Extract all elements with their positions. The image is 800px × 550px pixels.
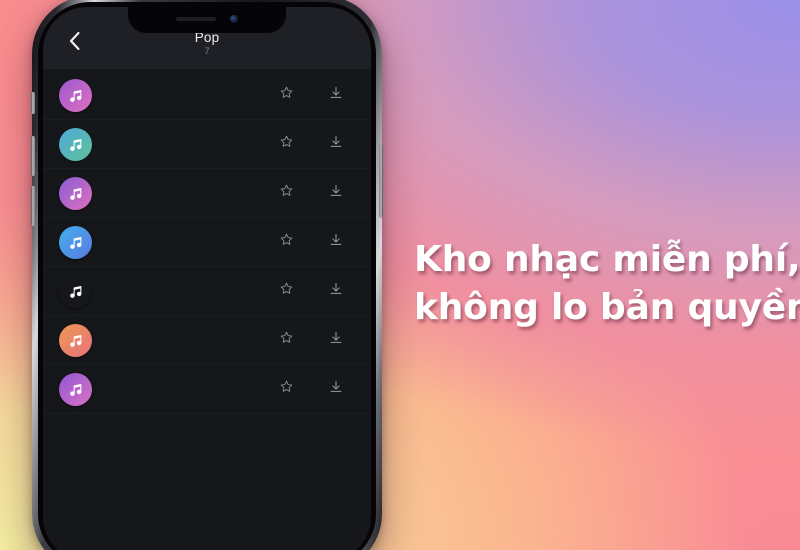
earpiece-speaker-icon	[176, 17, 216, 21]
song-meta	[105, 388, 273, 391]
favorite-button[interactable]	[273, 180, 299, 206]
star-outline-icon	[279, 85, 294, 105]
download-icon	[328, 379, 344, 400]
song-row[interactable]	[43, 316, 371, 365]
promo-headline: Kho nhạc miễn phí, không lo bản quyền	[414, 236, 800, 332]
phone-screen: Pop 7	[43, 7, 371, 550]
download-button[interactable]	[323, 82, 349, 108]
favorite-button[interactable]	[273, 376, 299, 402]
silent-switch-button[interactable]	[31, 92, 35, 114]
star-outline-icon	[279, 330, 294, 350]
album-art	[59, 372, 92, 406]
song-meta	[105, 290, 273, 293]
star-outline-icon	[279, 281, 294, 301]
song-list	[43, 69, 371, 414]
album-art	[59, 78, 92, 112]
song-count: 7	[204, 45, 210, 57]
download-button[interactable]	[323, 180, 349, 206]
music-note-icon	[68, 186, 83, 201]
download-button[interactable]	[323, 376, 349, 402]
front-camera-icon	[230, 15, 238, 23]
music-note-icon	[68, 235, 83, 250]
volume-up-button[interactable]	[31, 136, 35, 176]
song-row[interactable]	[43, 120, 371, 169]
album-art	[59, 127, 92, 161]
album-art	[59, 323, 92, 357]
star-outline-icon	[279, 134, 294, 154]
favorite-button[interactable]	[273, 131, 299, 157]
download-icon	[328, 183, 344, 204]
song-row[interactable]	[43, 169, 371, 218]
song-meta	[105, 192, 273, 195]
download-icon	[328, 330, 344, 351]
promo-headline-line-2: không lo bản quyền	[414, 286, 800, 328]
song-meta	[105, 241, 273, 244]
download-icon	[328, 134, 344, 155]
album-art	[59, 275, 92, 308]
song-meta	[105, 94, 273, 97]
phone-notch	[128, 7, 286, 33]
download-button[interactable]	[323, 327, 349, 353]
power-button[interactable]	[379, 144, 383, 218]
header-titles: Pop 7	[195, 30, 220, 57]
volume-down-button[interactable]	[31, 186, 35, 226]
star-outline-icon	[279, 379, 294, 399]
song-meta	[105, 143, 273, 146]
music-note-icon	[68, 284, 83, 299]
music-note-icon	[68, 137, 83, 152]
phone-mockup: Pop 7	[31, 0, 383, 550]
song-row[interactable]	[43, 365, 371, 414]
favorite-button[interactable]	[273, 82, 299, 108]
favorite-button[interactable]	[273, 278, 299, 304]
music-note-icon	[68, 333, 83, 348]
music-note-icon	[68, 88, 83, 103]
song-meta	[105, 339, 273, 342]
favorite-button[interactable]	[273, 229, 299, 255]
download-button[interactable]	[323, 229, 349, 255]
download-icon	[328, 232, 344, 253]
song-row[interactable]	[43, 267, 371, 316]
star-outline-icon	[279, 183, 294, 203]
chevron-left-icon	[68, 31, 81, 51]
download-button[interactable]	[323, 278, 349, 304]
song-row[interactable]	[43, 218, 371, 267]
back-button[interactable]	[59, 26, 89, 56]
album-art	[59, 225, 92, 259]
favorite-button[interactable]	[273, 327, 299, 353]
album-art	[59, 176, 92, 210]
download-icon	[328, 281, 344, 302]
download-icon	[328, 85, 344, 106]
music-note-icon	[68, 382, 83, 397]
star-outline-icon	[279, 232, 294, 252]
promo-headline-line-1: Kho nhạc miễn phí,	[414, 239, 800, 280]
download-button[interactable]	[323, 131, 349, 157]
song-row[interactable]	[43, 71, 371, 120]
